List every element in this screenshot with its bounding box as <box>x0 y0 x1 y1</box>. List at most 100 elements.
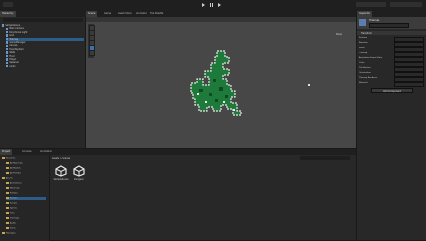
asset-label: Dungeon <box>74 178 84 181</box>
inspector-row: Animation Frame Rate <box>359 57 382 60</box>
folder-icon <box>6 167 9 170</box>
name-field[interactable] <box>369 23 409 28</box>
inspector-value-field[interactable] <box>394 82 424 88</box>
inspector-row-label: Orientation <box>359 72 371 74</box>
inspector-row: Tilemap <box>359 52 367 55</box>
project-folder[interactable]: Scenes <box>6 197 46 201</box>
inspector-row: Position <box>359 37 367 40</box>
project-panel: Project Console Animation Favorites All M… <box>0 148 356 241</box>
project-folder[interactable]: All Models <box>6 167 21 170</box>
inspector-row: Tilemap Renderer <box>359 77 377 80</box>
project-folder[interactable]: Favorites <box>2 157 15 160</box>
project-folder-label: Packages <box>6 232 16 235</box>
project-folder[interactable]: Fonts <box>6 227 16 230</box>
inspector-row-label: Tile Anchor <box>359 67 371 69</box>
account-button[interactable] <box>3 2 13 7</box>
inspector-row-label: Material <box>359 82 368 84</box>
project-folder[interactable]: Audio <box>6 222 16 225</box>
pause-icon[interactable] <box>210 2 213 7</box>
gameobject-icon <box>359 19 366 26</box>
project-folder-label: Fonts <box>10 227 16 230</box>
layers-dropdown[interactable] <box>356 2 386 7</box>
folder-icon <box>2 177 5 180</box>
inspector-row: Tile Anchor <box>359 67 371 70</box>
scene-gizmo[interactable]: Persp <box>334 24 352 38</box>
project-folder[interactable]: Animations <box>6 182 22 185</box>
asset-label: SampleScene <box>53 178 69 181</box>
folder-icon <box>6 202 9 205</box>
project-folder[interactable]: All Prefabs <box>6 172 21 175</box>
project-folder[interactable]: Assets <box>2 177 13 180</box>
unity-scene-icon <box>73 165 85 177</box>
project-folder[interactable]: Scripts <box>6 202 17 205</box>
inspector-row: Orientation <box>359 72 371 75</box>
folder-icon <box>6 217 9 220</box>
step-icon[interactable] <box>218 2 221 7</box>
folder-icon <box>6 227 9 230</box>
project-folder-label: Animations <box>10 182 22 185</box>
project-folder-label: Assets <box>6 177 13 180</box>
tilemap-shape <box>190 50 242 116</box>
project-folder-label: Scripts <box>10 202 18 205</box>
inspector-row-label: Color <box>359 62 365 64</box>
project-folder-label: Favorites <box>6 157 16 160</box>
project-breadcrumb: Assets > Scenes <box>52 157 71 160</box>
folder-icon <box>6 222 9 225</box>
inspector-row-label: Tilemap <box>359 52 368 54</box>
play-icon[interactable] <box>202 2 205 7</box>
project-folder-label: Materials <box>10 187 20 190</box>
project-folder-label: Prefabs <box>10 192 18 195</box>
project-folder[interactable]: Materials <box>6 187 20 190</box>
project-folder[interactable]: Packages <box>2 232 16 235</box>
add-component-button[interactable]: Add Component <box>371 88 413 93</box>
project-folder-label: All Models <box>10 167 21 170</box>
project-folder-label: Audio <box>10 222 16 225</box>
hierarchy-item[interactable]: Audio <box>6 65 16 68</box>
unity-scene-icon <box>55 165 67 177</box>
folder-icon <box>6 192 9 195</box>
folder-icon <box>6 162 9 165</box>
asset-search[interactable] <box>300 156 350 160</box>
inspector-row-label: Tilemap Renderer <box>359 77 378 79</box>
hierarchy-item-label: Audio <box>9 64 16 68</box>
project-folder-label: Sprites <box>10 207 18 210</box>
folder-icon <box>6 182 9 185</box>
inspector-title: Tilemap <box>369 19 380 22</box>
project-folder-label: Tilemaps <box>10 217 20 220</box>
project-folder[interactable]: All Materials <box>6 162 23 165</box>
component-header[interactable]: Transform <box>357 31 426 35</box>
inspector-row: Color <box>359 62 364 65</box>
scene-tools <box>88 24 95 58</box>
tab-hierarchy[interactable]: Hierarchy <box>0 11 16 17</box>
folder-icon <box>2 232 5 235</box>
gizmo-label: Persp <box>336 33 343 36</box>
folder-icon <box>2 157 5 160</box>
inspector-row: Scale <box>359 47 365 50</box>
folder-icon <box>6 187 9 190</box>
tilemap-island[interactable] <box>189 49 249 129</box>
project-folder[interactable]: Prefabs <box>6 192 18 195</box>
project-folder[interactable]: Tilemaps <box>6 217 19 220</box>
inspector-row-label: Position <box>359 37 368 39</box>
hierarchy-search[interactable] <box>3 18 83 22</box>
scene-toolbar <box>86 17 356 22</box>
inspector-row-label: Animation Frame Rate <box>359 57 383 59</box>
inspector-row-label: Rotation <box>359 42 368 44</box>
inspector-row-label: Scale <box>359 47 365 49</box>
project-folder-label: Tiles <box>10 212 15 215</box>
project-tree: Favorites All Materials All Models All Pref… <box>0 155 50 241</box>
mouse-cursor-icon <box>308 84 310 86</box>
folder-icon <box>6 212 9 215</box>
inspector-header: Tilemap <box>357 17 426 29</box>
hierarchy-panel: Hierarchy SampleScene Main Camera Directio… <box>0 11 86 148</box>
inspector-panel: Inspector Tilemap Transform Position Rota… <box>356 11 426 240</box>
transform-tool-button[interactable] <box>89 50 95 56</box>
folder-icon <box>6 207 9 210</box>
component-label: Transform <box>361 31 372 35</box>
layout-dropdown[interactable] <box>390 2 422 7</box>
asset-tile[interactable]: SampleScene <box>53 165 69 181</box>
hierarchy-tab-bar: Hierarchy <box>0 11 86 17</box>
project-folder[interactable]: Sprites <box>6 207 17 210</box>
asset-tile[interactable]: Dungeon <box>71 165 87 181</box>
project-folder[interactable]: Tiles <box>6 212 15 215</box>
